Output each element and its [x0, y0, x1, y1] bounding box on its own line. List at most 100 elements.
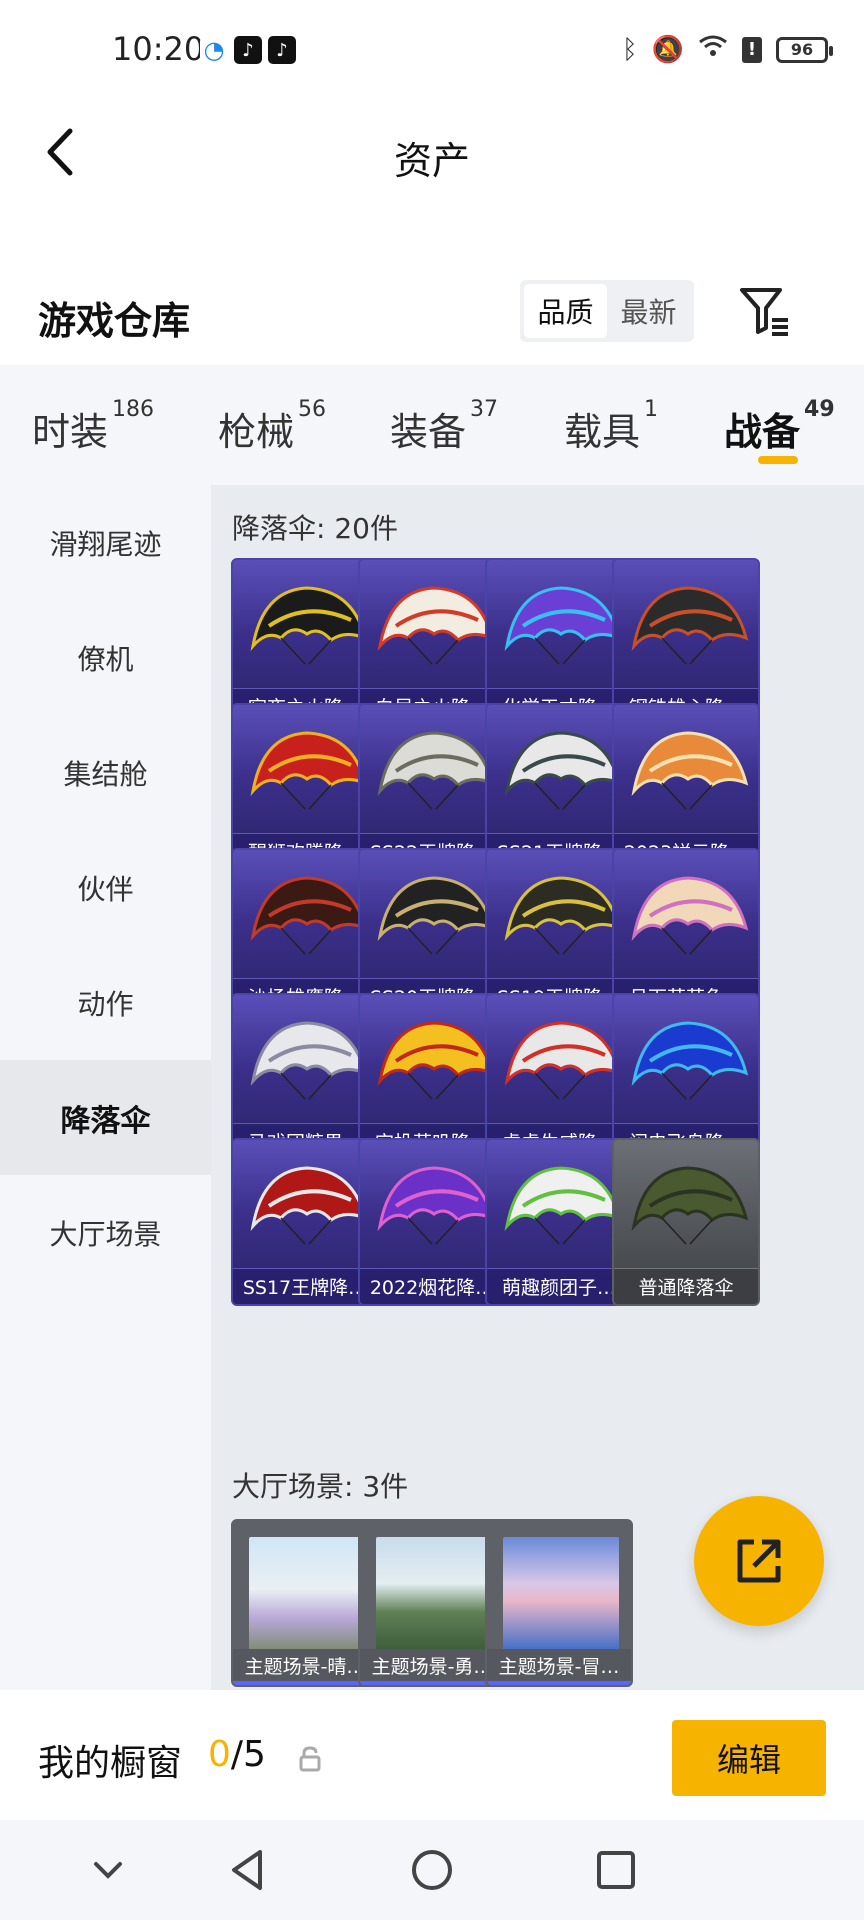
parachute-card[interactable]: 沙场雄鹰降…: [231, 848, 379, 1016]
sidebar-item-wingman[interactable]: 僚机: [0, 600, 211, 715]
sort-quality-button[interactable]: 品质: [524, 284, 607, 338]
scene-name: 主题场景-勇…: [360, 1649, 504, 1685]
parachute-name: 2022烟花降…: [360, 1268, 504, 1304]
parachute-card[interactable]: 醒狮欢腾降…: [231, 703, 379, 871]
sidebar-item-companion[interactable]: 伙伴: [0, 830, 211, 945]
scene-name: 主题场景-冒…: [487, 1649, 631, 1685]
triangle-back-icon: [232, 1850, 262, 1890]
share-icon: [737, 1539, 781, 1583]
edit-button[interactable]: 编辑: [672, 1720, 826, 1796]
sidebar-item-lobby-scene[interactable]: 大厅场景: [0, 1175, 211, 1290]
showcase-total: /5: [230, 1734, 266, 1775]
bluetooth-icon: ᛒ: [622, 34, 638, 65]
parachute-card[interactable]: 化学天才降…: [485, 558, 633, 726]
lobby-scene-card[interactable]: 主题场景-晴…: [231, 1519, 379, 1687]
parachute-card[interactable]: SS22王牌降…: [358, 703, 506, 871]
filter-icon: [740, 288, 788, 336]
lock-icon: [299, 1746, 321, 1772]
tab-count: 37: [470, 397, 499, 422]
battery-level: 96: [790, 40, 814, 59]
parachute-card[interactable]: 普通降落伞: [612, 1138, 760, 1306]
alert-icon: !: [742, 36, 762, 63]
nav-home-button[interactable]: [408, 1846, 456, 1894]
parachute-card[interactable]: 2023祥云降…: [612, 703, 760, 871]
showcase-bar: 我的橱窗 0/5 编辑: [0, 1690, 864, 1820]
tab-label: 战备: [724, 410, 801, 454]
category-tabs: 时装186 枪械56 装备37 载具1 战备49: [0, 365, 864, 485]
section-title-lobby: 大厅场景: 3件: [232, 1470, 409, 1503]
scene-thumbnail: [503, 1537, 619, 1653]
sidebar-item-assembly-pod[interactable]: 集结舱: [0, 715, 211, 830]
scene-thumbnail: [249, 1537, 365, 1653]
browser-icon: ◔: [200, 36, 228, 64]
status-indicators: ᛒ 🔕 ! 96: [622, 34, 833, 65]
parachute-icon: [631, 731, 749, 810]
parachute-card[interactable]: 2022烟花降…: [358, 1138, 506, 1306]
sidebar: 滑翔尾迹 僚机 集结舱 伙伴 动作 降落伞 大厅场景: [0, 485, 211, 1690]
circle-home-icon: [412, 1850, 452, 1890]
parachute-card[interactable]: 寂夜之火降…: [231, 558, 379, 726]
status-app-icons: ◔ ♪ ♪: [200, 36, 296, 64]
nav-recents-button[interactable]: [592, 1846, 640, 1894]
chevron-down-icon: [94, 1862, 122, 1879]
sort-toggle: 品质 最新: [520, 280, 694, 342]
parachute-card[interactable]: SS21王牌降…: [485, 703, 633, 871]
parachute-card[interactable]: 钢铁雄心降…: [612, 558, 760, 726]
parachute-card[interactable]: 萌趣颜团子…: [485, 1138, 633, 1306]
parachute-card[interactable]: 虎虎生威降…: [485, 993, 633, 1161]
status-time: 10:20: [112, 30, 205, 68]
parachute-card[interactable]: 白昼之火降…: [358, 558, 506, 726]
parachute-card[interactable]: 闪电飞鸟降…: [612, 993, 760, 1161]
scene-thumbnail: [376, 1537, 492, 1653]
wifi-icon: [698, 34, 728, 65]
square-recents-icon: [597, 1851, 635, 1889]
battery-icon: 96: [776, 36, 833, 63]
scene-name: 主题场景-晴…: [233, 1649, 377, 1685]
parachute-card[interactable]: 马戏团糖果…: [231, 993, 379, 1161]
parachute-name: 萌趣颜团子…: [487, 1268, 631, 1304]
tab-count: 1: [644, 397, 659, 422]
section-title-parachute: 降落伞: 20件: [232, 512, 398, 545]
lobby-scene-card[interactable]: 主题场景-勇…: [358, 1519, 506, 1687]
parachute-card[interactable]: SS19王牌降…: [485, 848, 633, 1016]
share-button[interactable]: [694, 1496, 824, 1626]
showcase-count: 0/5: [208, 1734, 266, 1775]
sidebar-item-emote[interactable]: 动作: [0, 945, 211, 1060]
tab-label: 装备: [390, 410, 467, 454]
sidebar-item-glide-trail[interactable]: 滑翔尾迹: [0, 485, 211, 600]
tab-equipment[interactable]: 装备37: [390, 397, 498, 456]
app-header: 资产: [0, 100, 864, 210]
status-bar: 10:20 ◔ ♪ ♪ ᛒ 🔕 ! 96: [0, 0, 864, 100]
tab-label: 时装: [32, 410, 109, 454]
parachute-card[interactable]: 月下萌萌兔…: [612, 848, 760, 1016]
lobby-scene-card[interactable]: 主题场景-冒…: [485, 1519, 633, 1687]
active-tab-indicator: [758, 456, 798, 464]
parachute-icon: [631, 586, 749, 665]
parachute-icon: [631, 1166, 749, 1245]
tab-vehicles[interactable]: 载具1: [564, 397, 658, 456]
tab-battle-prep[interactable]: 战备49: [724, 397, 835, 456]
tab-weapons[interactable]: 枪械56: [218, 397, 326, 456]
warehouse-bar: 游戏仓库 品质 最新: [0, 210, 864, 365]
showcase-label: 我的橱窗: [38, 1743, 183, 1784]
parachute-name: SS17王牌降…: [233, 1268, 377, 1304]
tab-count: 49: [804, 397, 835, 422]
tab-count: 56: [298, 397, 327, 422]
filter-button[interactable]: [736, 282, 792, 338]
tiktok-icon: ♪: [234, 36, 262, 64]
tiktok-icon: ♪: [268, 36, 296, 64]
tab-label: 枪械: [218, 410, 295, 454]
page-title: 资产: [393, 139, 470, 183]
sort-newest-button[interactable]: 最新: [607, 284, 690, 338]
sidebar-item-parachute[interactable]: 降落伞: [0, 1060, 211, 1175]
parachute-card[interactable]: 空投萌叽降…: [358, 993, 506, 1161]
tab-count: 186: [112, 397, 155, 422]
parachute-card[interactable]: SS17王牌降…: [231, 1138, 379, 1306]
parachute-card[interactable]: SS20王牌降…: [358, 848, 506, 1016]
parachute-name: 普通降落伞: [614, 1268, 758, 1304]
warehouse-title: 游戏仓库: [38, 299, 191, 343]
showcase-current: 0: [208, 1734, 231, 1775]
tab-fashion[interactable]: 时装186: [32, 397, 154, 456]
nav-back-button[interactable]: [224, 1846, 272, 1894]
nav-collapse-button[interactable]: [84, 1846, 132, 1894]
